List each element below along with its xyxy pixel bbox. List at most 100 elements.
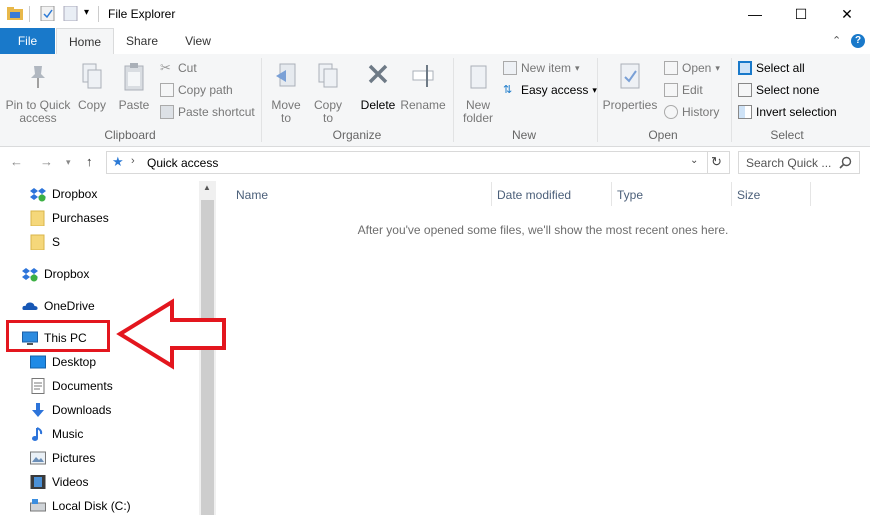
copy-to-button[interactable]: Copy to	[308, 62, 348, 125]
nav-item-downloads[interactable]: Downloads	[30, 399, 111, 421]
search-placeholder: Search Quick ...	[746, 156, 832, 170]
new-folder-button[interactable]: New folder	[458, 62, 498, 125]
forward-arrow-icon[interactable]: →	[40, 154, 53, 169]
cut-label: Cut	[178, 61, 197, 75]
pin-label: Pin to Quick access	[5, 98, 71, 125]
onedrive-icon	[22, 302, 38, 310]
film-icon	[30, 475, 46, 489]
address-bar[interactable]: ★ › Quick access ⌄ ↻	[106, 151, 730, 174]
delete-label: Delete	[360, 98, 396, 112]
paste-shortcut-label: Paste shortcut	[178, 105, 255, 119]
tab-share[interactable]: Share	[118, 28, 166, 54]
annotation-highlight-box	[6, 320, 110, 352]
organize-group-label: Organize	[332, 128, 382, 142]
paste-shortcut-button[interactable]: Paste shortcut	[160, 103, 255, 121]
chevron-down-icon: ▾	[715, 62, 720, 73]
column-header-type[interactable]: Type	[617, 188, 643, 206]
new-folder-label: New folder	[462, 98, 494, 125]
properties-icon[interactable]	[40, 6, 56, 21]
refresh-icon[interactable]: ↻	[711, 154, 722, 170]
nav-item-local-disk[interactable]: Local Disk (C:)	[30, 495, 131, 517]
pictures-icon	[30, 451, 46, 465]
nav-item-label: S	[52, 235, 61, 249]
nav-item-label: OneDrive	[44, 299, 95, 313]
copy-to-icon	[318, 63, 338, 88]
paste-button[interactable]: Paste	[116, 62, 152, 112]
nav-item-desktop[interactable]: Desktop	[30, 351, 96, 373]
nav-item-purchases[interactable]: Purchases	[30, 207, 109, 229]
column-header-date-modified[interactable]: Date modified	[497, 188, 571, 206]
help-icon[interactable]: ?	[851, 34, 865, 48]
properties-label: Properties	[602, 98, 658, 112]
open-group-label: Open	[648, 128, 678, 142]
invert-selection-button[interactable]: Invert selection	[738, 103, 837, 121]
nav-item-dropbox-quick[interactable]: Dropbox	[30, 183, 97, 205]
close-button[interactable]: ✕	[824, 0, 870, 28]
up-arrow-icon[interactable]: ↑	[86, 154, 93, 169]
window-title: File Explorer	[108, 7, 176, 21]
pin-to-quick-access-button[interactable]: Pin to Quick access	[4, 62, 72, 125]
open-button[interactable]: Open ▾	[664, 59, 720, 77]
chevron-up-icon[interactable]: ⌃	[832, 34, 841, 47]
nav-item-videos[interactable]: Videos	[30, 471, 88, 493]
delete-icon	[368, 64, 388, 84]
scroll-up-arrow-icon[interactable]: ▲	[203, 183, 211, 192]
properties-button[interactable]: Properties	[602, 62, 658, 112]
column-header-size[interactable]: Size	[737, 188, 760, 206]
nav-item-label: Local Disk (C:)	[52, 499, 131, 513]
easy-access-icon: ⇅	[503, 84, 513, 96]
easy-access-button[interactable]: ⇅ Easy access ▾	[503, 81, 597, 99]
nav-item-label: Dropbox	[44, 267, 90, 281]
easy-access-label: Easy access	[521, 83, 589, 97]
select-none-button[interactable]: Select none	[738, 81, 819, 99]
folder-icon	[30, 210, 45, 226]
chevron-down-icon[interactable]: ⌄	[690, 155, 698, 166]
history-button[interactable]: History	[664, 103, 719, 121]
chevron-down-icon: ▾	[575, 62, 580, 73]
paste-icon	[124, 63, 144, 91]
music-note-icon	[32, 427, 43, 441]
copy-button[interactable]: Copy	[74, 62, 110, 112]
select-none-icon	[738, 83, 752, 97]
paste-label: Paste	[118, 98, 150, 112]
recent-locations-icon[interactable]: ▾	[66, 157, 71, 168]
search-input[interactable]: Search Quick ...	[738, 151, 860, 174]
nav-item-pictures[interactable]: Pictures	[30, 447, 95, 469]
cut-button[interactable]: ✂ Cut	[160, 59, 197, 77]
new-item-label: New item	[521, 61, 572, 75]
select-all-button[interactable]: Select all	[738, 59, 805, 77]
new-folder-icon[interactable]	[63, 6, 79, 21]
nav-item-label: Pictures	[52, 451, 96, 465]
invert-selection-label: Invert selection	[756, 105, 837, 119]
customize-quick-access-icon[interactable]: ▾	[84, 7, 89, 18]
rename-button[interactable]: Rename	[400, 62, 446, 112]
nav-item-documents[interactable]: Documents	[30, 375, 113, 397]
copy-path-button[interactable]: Copy path	[160, 81, 233, 99]
maximize-button[interactable]: ☐	[778, 0, 824, 28]
history-icon	[664, 105, 678, 119]
tab-file[interactable]: File	[0, 28, 55, 54]
nav-item-dropbox[interactable]: Dropbox	[22, 263, 89, 285]
nav-item-onedrive[interactable]: OneDrive	[22, 295, 95, 317]
download-arrow-icon	[32, 403, 44, 417]
tab-view[interactable]: View	[174, 28, 222, 54]
ribbon: Pin to Quick access Copy Paste ✂ Cut Cop…	[0, 54, 870, 147]
search-icon[interactable]	[839, 156, 852, 169]
nav-item-label: Downloads	[52, 403, 112, 417]
nav-item-label: Purchases	[52, 211, 109, 225]
edit-button[interactable]: Edit	[664, 81, 703, 99]
move-to-button[interactable]: Move to	[266, 62, 306, 125]
nav-item-music[interactable]: Music	[30, 423, 83, 445]
nav-item-s[interactable]: S	[30, 231, 60, 253]
nav-item-label: Dropbox	[52, 187, 98, 201]
minimize-button[interactable]: —	[732, 0, 778, 28]
documents-icon	[31, 378, 45, 394]
move-to-label: Move to	[271, 98, 301, 125]
properties-icon	[620, 63, 640, 89]
new-item-button[interactable]: New item ▾	[503, 59, 580, 77]
back-arrow-icon[interactable]: ←	[10, 154, 23, 169]
delete-button[interactable]: Delete	[358, 62, 398, 112]
tab-home[interactable]: Home	[56, 28, 114, 55]
paste-shortcut-icon	[160, 105, 174, 119]
column-header-name[interactable]: Name	[236, 188, 268, 206]
